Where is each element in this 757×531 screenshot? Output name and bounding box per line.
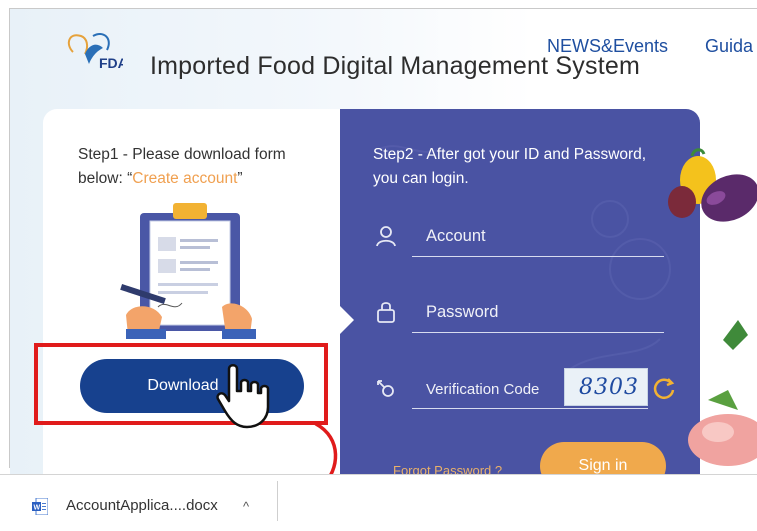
nav-guide[interactable]: Guida xyxy=(705,36,753,57)
highlight-box xyxy=(34,343,328,425)
sign-in-label: Sign in xyxy=(578,457,628,474)
logo-text: FDA xyxy=(99,55,123,70)
window-top-edge xyxy=(9,8,757,9)
password-underline xyxy=(412,332,664,333)
download-bar-divider xyxy=(277,481,278,521)
account-underline xyxy=(412,256,664,257)
nav-news-events[interactable]: NEWS&Events xyxy=(547,36,668,57)
download-file-name[interactable]: AccountApplica....docx xyxy=(66,497,218,514)
password-field[interactable]: Password xyxy=(374,294,674,334)
clipboard-illustration xyxy=(120,203,256,339)
word-doc-icon: W xyxy=(32,498,48,515)
panel-pointer xyxy=(340,306,354,334)
captcha-image: 8303 xyxy=(564,368,648,406)
hand-cursor-icon xyxy=(216,364,270,429)
account-field[interactable]: Account xyxy=(374,218,674,258)
fda-logo-icon[interactable]: FDA xyxy=(63,30,123,70)
lock-icon xyxy=(377,302,395,323)
vegetables-illustration xyxy=(668,148,757,466)
key-icon xyxy=(377,380,394,397)
user-icon xyxy=(376,226,396,247)
step2-instructions: Step2 - After got your ID and Password, … xyxy=(373,146,647,187)
password-input[interactable]: Password xyxy=(426,303,498,322)
chevron-up-icon[interactable]: ^ xyxy=(243,499,249,514)
step1-text-end: ” xyxy=(237,170,243,187)
account-input[interactable]: Account xyxy=(426,227,486,246)
verification-input[interactable]: Verification Code xyxy=(426,381,539,398)
create-account-link[interactable]: Create account xyxy=(132,170,237,187)
verification-underline xyxy=(412,408,648,409)
svg-text:W: W xyxy=(34,505,41,512)
step1-instructions: Step1 - Please download form below: “Cre… xyxy=(78,143,318,191)
window-left-edge xyxy=(9,8,10,468)
